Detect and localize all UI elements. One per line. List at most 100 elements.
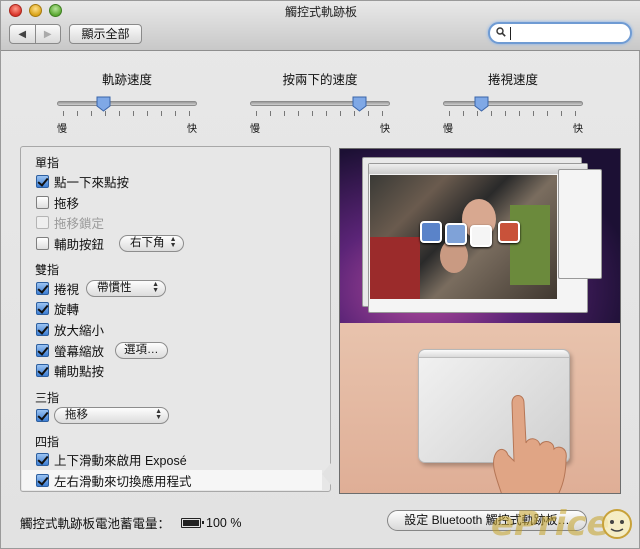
slider-track[interactable] bbox=[443, 96, 583, 112]
search-field[interactable] bbox=[488, 22, 632, 44]
slider-track[interactable] bbox=[250, 96, 390, 112]
slider-tick bbox=[105, 111, 106, 116]
slider-tick bbox=[312, 111, 313, 116]
secondary-button-corner-popup[interactable]: 右下角 ▲ ▼ bbox=[119, 234, 184, 252]
forward-icon: ▶ bbox=[43, 28, 52, 40]
window-title: 觸控式軌跡板 bbox=[284, 5, 357, 19]
back-button[interactable]: ◀ bbox=[10, 25, 35, 43]
forward-button[interactable]: ▶ bbox=[34, 25, 61, 43]
slider-tick bbox=[284, 111, 285, 116]
checkbox[interactable] bbox=[36, 236, 49, 250]
checkbox[interactable] bbox=[36, 174, 49, 188]
checkbox[interactable] bbox=[36, 452, 49, 466]
preview-backpack bbox=[510, 205, 550, 285]
drag-lock-option: 拖移鎖定 bbox=[36, 213, 104, 231]
slider-tick bbox=[133, 111, 134, 116]
scroll-momentum-popup[interactable]: 帶慣性 ▲ ▼ bbox=[86, 279, 167, 297]
checkbox bbox=[36, 215, 49, 229]
slider-tick bbox=[354, 111, 355, 116]
slow-label: 慢 bbox=[250, 124, 260, 135]
slow-label: 慢 bbox=[57, 124, 67, 135]
slider-tick bbox=[575, 111, 576, 116]
hand-icon bbox=[493, 395, 567, 493]
preview-screen bbox=[340, 149, 620, 323]
popup-value: 帶慣性 bbox=[97, 281, 132, 294]
slider-title: 按兩下的速度 bbox=[282, 73, 358, 87]
gesture-options-panel: 單指 點一下來點按 拖移 拖移鎖定 輔助按鈕 右下角 ▲▼ 雙指 捲視 帶慣性 bbox=[20, 146, 331, 492]
one-finger-heading: 單指 bbox=[35, 156, 60, 170]
slider-tick bbox=[326, 111, 327, 116]
slider-tick bbox=[547, 111, 548, 116]
scroll-option[interactable]: 捲視 帶慣性 ▲ ▼ bbox=[36, 279, 167, 297]
preview-window-toolbar bbox=[369, 164, 587, 174]
option-label: 點一下來點按 bbox=[54, 175, 130, 190]
slider-track[interactable] bbox=[57, 96, 197, 112]
preferences-window: 觸控式軌跡板 ◀ ▶ 顯示全部 軌跡速度 慢 快 按兩下的速度 慢 快 捲視速度… bbox=[0, 0, 640, 549]
slider-thumb[interactable] bbox=[352, 96, 367, 112]
option-label: 輔助按鈕 bbox=[54, 237, 105, 252]
secondary-click-option[interactable]: 輔助點按 bbox=[36, 361, 104, 379]
app-switch-option[interactable]: 左右滑動來切換應用程式 bbox=[22, 470, 322, 490]
pinch-zoom-option[interactable]: 放大縮小 bbox=[36, 320, 104, 338]
slider-thumb[interactable] bbox=[96, 96, 111, 112]
preview-side-panel bbox=[558, 169, 602, 279]
slider-tick bbox=[463, 111, 464, 116]
screen-zoom-option[interactable]: 螢幕縮放 選項… bbox=[36, 341, 168, 359]
slider-tick bbox=[256, 111, 257, 116]
secondary-button-option[interactable]: 輔助按鈕 右下角 ▲ ▼ bbox=[36, 234, 184, 252]
gesture-preview-video bbox=[339, 148, 621, 494]
three-finger-action-popup[interactable]: 拖移 ▲ ▼ bbox=[54, 406, 169, 424]
checkbox[interactable] bbox=[36, 322, 49, 336]
checkbox[interactable] bbox=[36, 408, 49, 422]
tracking-speed-slider: 軌跡速度 慢 快 bbox=[57, 69, 197, 135]
expose-option[interactable]: 上下滑動來啟用 Exposé bbox=[36, 450, 187, 468]
double-click-speed-slider: 按兩下的速度 慢 快 bbox=[250, 69, 390, 135]
dragging-option[interactable]: 拖移 bbox=[36, 193, 79, 211]
checkbox[interactable] bbox=[36, 363, 49, 377]
slider-tick bbox=[63, 111, 64, 116]
slider-title: 軌跡速度 bbox=[101, 73, 152, 87]
slider-tick bbox=[533, 111, 534, 116]
three-finger-option[interactable]: 拖移 ▲ ▼ bbox=[36, 406, 169, 424]
watermark-text: ePrice bbox=[491, 504, 610, 544]
slider-tick bbox=[505, 111, 506, 116]
slider-thumb[interactable] bbox=[474, 96, 489, 112]
checkbox[interactable] bbox=[36, 343, 49, 357]
four-fingers-heading: 四指 bbox=[35, 435, 60, 449]
popup-value: 右下角 bbox=[130, 236, 165, 249]
slider-tick bbox=[298, 111, 299, 116]
preview-desk bbox=[340, 323, 620, 493]
slider-title: 捲視速度 bbox=[487, 73, 538, 87]
slider-ticks bbox=[443, 111, 583, 121]
app-icon bbox=[420, 221, 442, 243]
checkbox[interactable] bbox=[36, 195, 49, 209]
checkbox[interactable] bbox=[36, 473, 49, 487]
checkbox[interactable] bbox=[36, 301, 49, 315]
slider-tick bbox=[519, 111, 520, 116]
screen-zoom-options-button[interactable]: 選項… bbox=[115, 341, 168, 359]
slow-label: 慢 bbox=[443, 124, 453, 135]
option-label: 上下滑動來啟用 Exposé bbox=[54, 453, 187, 468]
app-icon bbox=[445, 223, 467, 245]
search-icon bbox=[496, 27, 506, 37]
calendar-icon bbox=[470, 225, 492, 247]
slider-tick bbox=[189, 111, 190, 116]
fast-label: 快 bbox=[380, 124, 390, 135]
option-label: 拖移鎖定 bbox=[54, 216, 105, 231]
rotate-option[interactable]: 旋轉 bbox=[36, 299, 79, 317]
slider-tick bbox=[270, 111, 271, 116]
checkbox[interactable] bbox=[36, 281, 49, 295]
back-icon: ◀ bbox=[18, 28, 27, 40]
tap-to-click-option[interactable]: 點一下來點按 bbox=[36, 172, 129, 190]
battery-icon bbox=[181, 517, 205, 528]
fast-label: 快 bbox=[573, 124, 583, 135]
eprice-watermark: ePrice bbox=[485, 498, 640, 548]
popup-arrows-icon: ▲ ▼ bbox=[169, 235, 177, 249]
slider-tick bbox=[561, 111, 562, 116]
slider-tick bbox=[147, 111, 148, 116]
slider-tick bbox=[77, 111, 78, 116]
show-all-button[interactable]: 顯示全部 bbox=[69, 24, 142, 44]
slider-tick bbox=[368, 111, 369, 116]
fast-label: 快 bbox=[187, 124, 197, 135]
popup-arrows-icon: ▲ ▼ bbox=[155, 407, 162, 421]
